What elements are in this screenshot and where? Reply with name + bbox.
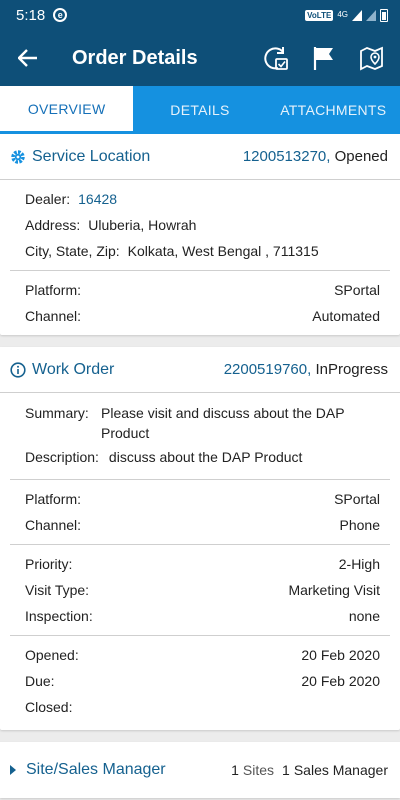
summary-value: Please visit and discuss about the DAP P… bbox=[101, 405, 345, 441]
service-platform-section: Platform: SPortal Channel: Automated bbox=[10, 271, 390, 335]
info-icon bbox=[10, 361, 26, 378]
managers-label: Sales Manager bbox=[293, 762, 388, 778]
summary-section: Summary: Please visit and discuss about … bbox=[10, 393, 390, 480]
channel-label: Channel: bbox=[25, 308, 82, 324]
due-label: Due: bbox=[25, 673, 55, 689]
priority-section: Priority: 2-High Visit Type: Marketing V… bbox=[10, 545, 390, 636]
service-location-card: Service Location 1200513270, Opened Deal… bbox=[0, 134, 400, 335]
status-bar: 5:18 e VoLTE 4G bbox=[0, 0, 400, 30]
closed-label: Closed: bbox=[25, 699, 73, 715]
work-order-header[interactable]: Work Order 2200519760, InProgress bbox=[0, 347, 400, 393]
managers-count: 1 bbox=[282, 762, 290, 778]
inspection-value: none bbox=[348, 608, 380, 624]
battery-icon bbox=[380, 8, 388, 22]
address-label: Address: bbox=[25, 217, 81, 233]
work-order-number[interactable]: 2200519760, bbox=[224, 361, 312, 378]
description-value: discuss about the DAP Product bbox=[108, 449, 303, 465]
work-platform-section: Platform: SPortal Channel: Phone bbox=[10, 480, 390, 545]
status-time: 5:18 bbox=[16, 6, 46, 24]
tab-bar: OVERVIEW DETAILS ATTACHMENTS bbox=[0, 86, 400, 134]
platform-label: Platform: bbox=[25, 282, 82, 298]
opened-label: Opened: bbox=[25, 647, 79, 663]
map-button[interactable] bbox=[358, 44, 386, 72]
signal-icon bbox=[352, 9, 362, 21]
dates-section: Opened: 20 Feb 2020 Due: 20 Feb 2020 Clo… bbox=[10, 636, 390, 730]
city-label: City, State, Zip: bbox=[25, 243, 120, 259]
description-label: Description: bbox=[25, 449, 99, 465]
app-notification-icon: e bbox=[53, 8, 68, 22]
signal-secondary-icon bbox=[366, 9, 376, 21]
wo-platform-label: Platform: bbox=[25, 491, 82, 507]
network-type-icon: 4G bbox=[337, 10, 348, 19]
channel-value: Automated bbox=[312, 308, 380, 324]
status-icons: VoLTE 4G bbox=[305, 8, 388, 22]
dealer-label: Dealer: bbox=[25, 191, 71, 207]
work-order-card: Work Order 2200519760, InProgress Summar… bbox=[0, 347, 400, 730]
content-area: Service Location 1200513270, Opened Deal… bbox=[0, 134, 400, 800]
tab-attachments[interactable]: ATTACHMENTS bbox=[267, 86, 400, 134]
wo-channel-label: Channel: bbox=[25, 517, 82, 533]
work-order-title: Work Order bbox=[32, 360, 115, 378]
due-value: 20 Feb 2020 bbox=[301, 673, 380, 689]
summary-label: Summary: bbox=[25, 405, 89, 421]
volte-icon: VoLTE bbox=[305, 9, 334, 21]
visit-type-label: Visit Type: bbox=[25, 582, 90, 598]
sites-label: Sites bbox=[242, 762, 275, 778]
tab-overview[interactable]: OVERVIEW bbox=[0, 86, 134, 134]
map-marker-icon bbox=[360, 46, 383, 71]
service-location-status: Opened bbox=[334, 148, 388, 165]
gear-icon bbox=[11, 149, 25, 164]
dealer-value[interactable]: 16428 bbox=[78, 190, 117, 208]
wo-channel-value: Phone bbox=[339, 517, 380, 533]
service-location-title: Service Location bbox=[32, 147, 151, 165]
opened-value: 20 Feb 2020 bbox=[301, 647, 380, 663]
site-sales-title: Site/Sales Manager bbox=[26, 761, 166, 778]
sites-count: 1 bbox=[231, 762, 239, 778]
tab-details[interactable]: DETAILS bbox=[133, 86, 266, 134]
service-location-number[interactable]: 1200513270, bbox=[243, 148, 331, 165]
work-order-ref: 2200519760, InProgress bbox=[224, 361, 388, 378]
service-location-header[interactable]: Service Location 1200513270, Opened bbox=[0, 134, 400, 180]
app-bar: Order Details bbox=[0, 30, 400, 86]
wo-platform-value: SPortal bbox=[334, 491, 380, 507]
priority-label: Priority: bbox=[25, 556, 73, 572]
flag-icon bbox=[313, 47, 333, 70]
back-arrow-icon bbox=[18, 49, 37, 67]
refresh-check-button[interactable] bbox=[262, 44, 290, 72]
site-sales-manager-card[interactable]: Site/Sales Manager 1 Sites 1 Sales Manag… bbox=[0, 742, 400, 798]
flag-button[interactable] bbox=[310, 44, 338, 72]
visit-type-value: Marketing Visit bbox=[288, 582, 380, 598]
service-location-ref: 1200513270, Opened bbox=[243, 148, 388, 165]
expand-arrow-icon bbox=[10, 765, 16, 775]
priority-value: 2-High bbox=[338, 556, 380, 572]
city-value: Kolkata, West Bengal , 711315 bbox=[127, 243, 319, 259]
refresh-check-icon bbox=[264, 47, 288, 70]
back-button[interactable] bbox=[0, 30, 56, 86]
page-title: Order Details bbox=[72, 46, 198, 69]
inspection-label: Inspection: bbox=[25, 608, 93, 624]
site-sales-counts: 1 Sites 1 Sales Manager bbox=[231, 762, 388, 778]
platform-value: SPortal bbox=[334, 282, 380, 298]
address-value: Uluberia, Howrah bbox=[88, 217, 197, 233]
work-order-status: InProgress bbox=[315, 361, 388, 378]
dealer-section: Dealer: 16428 Address: Uluberia, Howrah … bbox=[10, 180, 390, 271]
